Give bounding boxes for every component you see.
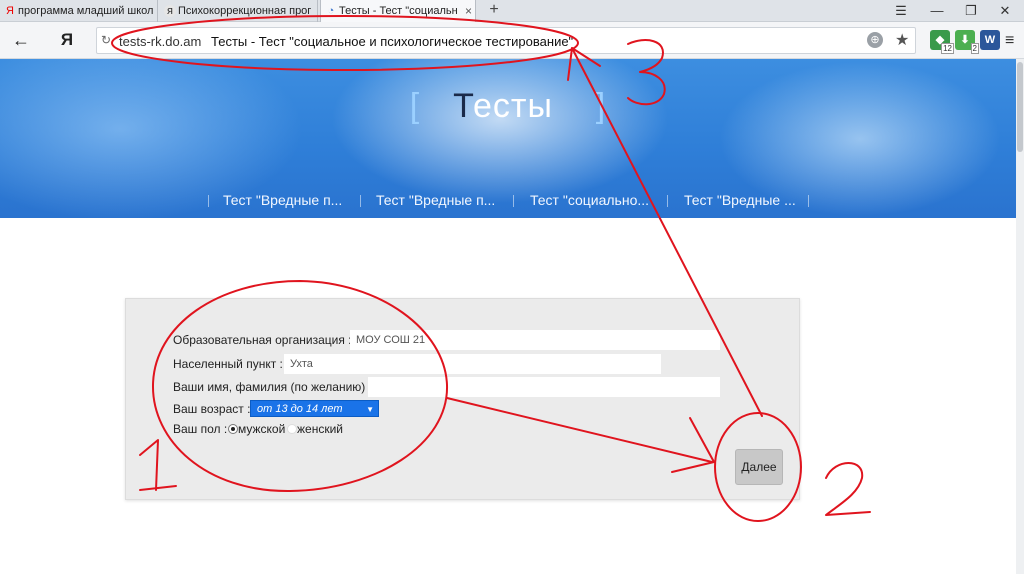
heading-bracket-left: [ bbox=[409, 87, 421, 125]
heading-first-letter: Т bbox=[453, 87, 473, 125]
page-title-in-address: Тесты - Тест "социальное и психологическ… bbox=[211, 34, 574, 49]
age-label: Ваш возраст : bbox=[173, 402, 251, 416]
tab-strip: Я программа младший школь я Психокоррекц… bbox=[0, 0, 1024, 22]
nav-link-test-1[interactable]: Тест "Вредные п... bbox=[223, 192, 342, 208]
menu-icon[interactable]: ≡ bbox=[1005, 32, 1014, 50]
tab-program[interactable]: Я программа младший школь bbox=[0, 0, 158, 22]
name-input[interactable] bbox=[368, 377, 720, 397]
page-heading: [ Тесты ] bbox=[0, 87, 1016, 126]
gender-label: Ваш пол : bbox=[173, 422, 228, 436]
tab-list-icon[interactable]: ☰ bbox=[884, 0, 918, 22]
extension-glyph: ⬇ bbox=[960, 34, 970, 46]
restore-icon[interactable]: ❐ bbox=[954, 0, 988, 22]
browser-window: Я программа младший школь я Психокоррекц… bbox=[0, 0, 1024, 574]
nav-separator bbox=[808, 195, 809, 207]
gender-male-radio[interactable] bbox=[228, 424, 238, 434]
annotation-digit-2 bbox=[825, 462, 871, 516]
city-label: Населенный пункт : bbox=[173, 357, 283, 371]
age-selected-value: от 13 до 14 лет bbox=[257, 403, 343, 415]
word-icon[interactable]: W bbox=[980, 30, 1000, 50]
extension-badge: 2 bbox=[970, 43, 979, 54]
heading-bracket-right: ] bbox=[595, 87, 607, 125]
bookmark-star-icon[interactable]: ★ bbox=[895, 30, 909, 50]
minimize-icon[interactable]: — bbox=[920, 0, 954, 22]
yandex-icon: Я bbox=[6, 5, 14, 17]
back-button[interactable]: ← bbox=[10, 29, 32, 51]
city-input[interactable]: Ухта bbox=[284, 354, 661, 374]
shield-icon[interactable]: ◆ 12 bbox=[930, 30, 954, 54]
gender-female-radio[interactable] bbox=[287, 424, 297, 434]
tab-title: Психокоррекционная прог bbox=[178, 5, 312, 17]
tab-psycho[interactable]: я Психокоррекционная прог bbox=[160, 0, 318, 22]
hero-banner: [ Тесты ] Тест "Вредные п... Тест "Вредн… bbox=[0, 59, 1016, 218]
close-window-icon[interactable]: ✕ bbox=[988, 0, 1022, 22]
extension-badge: 12 bbox=[941, 43, 954, 54]
tab-tests-active[interactable]: ◔ Тесты - Тест "социально × bbox=[320, 0, 476, 22]
nav-separator bbox=[513, 195, 514, 207]
extension-label: W bbox=[984, 34, 996, 46]
org-input[interactable]: МОУ СОШ 21 bbox=[350, 330, 720, 350]
age-select[interactable]: от 13 до 14 лет ▼ bbox=[250, 400, 379, 417]
org-label: Образовательная организация : bbox=[173, 333, 352, 347]
url-domain: tests-rk.do.am bbox=[119, 34, 202, 49]
dropdown-arrow-icon: ▼ bbox=[366, 405, 374, 414]
download-icon[interactable]: ⬇ 2 bbox=[955, 30, 979, 54]
nav-separator bbox=[208, 195, 209, 207]
reload-icon[interactable]: ↻ bbox=[101, 33, 111, 47]
registration-form-card bbox=[125, 298, 800, 500]
tab-title: Тесты - Тест "социально bbox=[339, 5, 457, 17]
name-label: Ваши имя, фамилия (по желанию) : bbox=[173, 380, 372, 394]
yandex-home-button[interactable]: Я bbox=[56, 29, 78, 51]
heading-rest: есты bbox=[472, 87, 553, 125]
nav-link-test-2[interactable]: Тест "Вредные п... bbox=[376, 192, 495, 208]
navigation-bar: ← Я ↻ tests-rk.do.am Тесты - Тест "социа… bbox=[0, 22, 1024, 59]
nav-link-test-4[interactable]: Тест "Вредные ... bbox=[684, 192, 796, 208]
scrollbar-thumb[interactable] bbox=[1017, 62, 1023, 152]
nav-separator bbox=[360, 195, 361, 207]
site-icon: я bbox=[164, 5, 176, 17]
tab-title: программа младший школь bbox=[18, 5, 153, 17]
loading-icon: ◔ bbox=[327, 5, 335, 17]
gender-female-label: женский bbox=[297, 422, 343, 436]
close-tab-icon[interactable]: × bbox=[465, 0, 472, 22]
next-button[interactable]: Далее bbox=[735, 449, 783, 485]
nav-link-test-3[interactable]: Тест "социально... bbox=[530, 192, 649, 208]
globe-icon[interactable]: ⊕ bbox=[867, 32, 883, 48]
address-bar[interactable]: ↻ tests-rk.do.am Тесты - Тест "социально… bbox=[96, 27, 916, 54]
nav-separator bbox=[667, 195, 668, 207]
gender-male-label: мужской bbox=[238, 422, 286, 436]
new-tab-button[interactable]: + bbox=[484, 0, 504, 22]
